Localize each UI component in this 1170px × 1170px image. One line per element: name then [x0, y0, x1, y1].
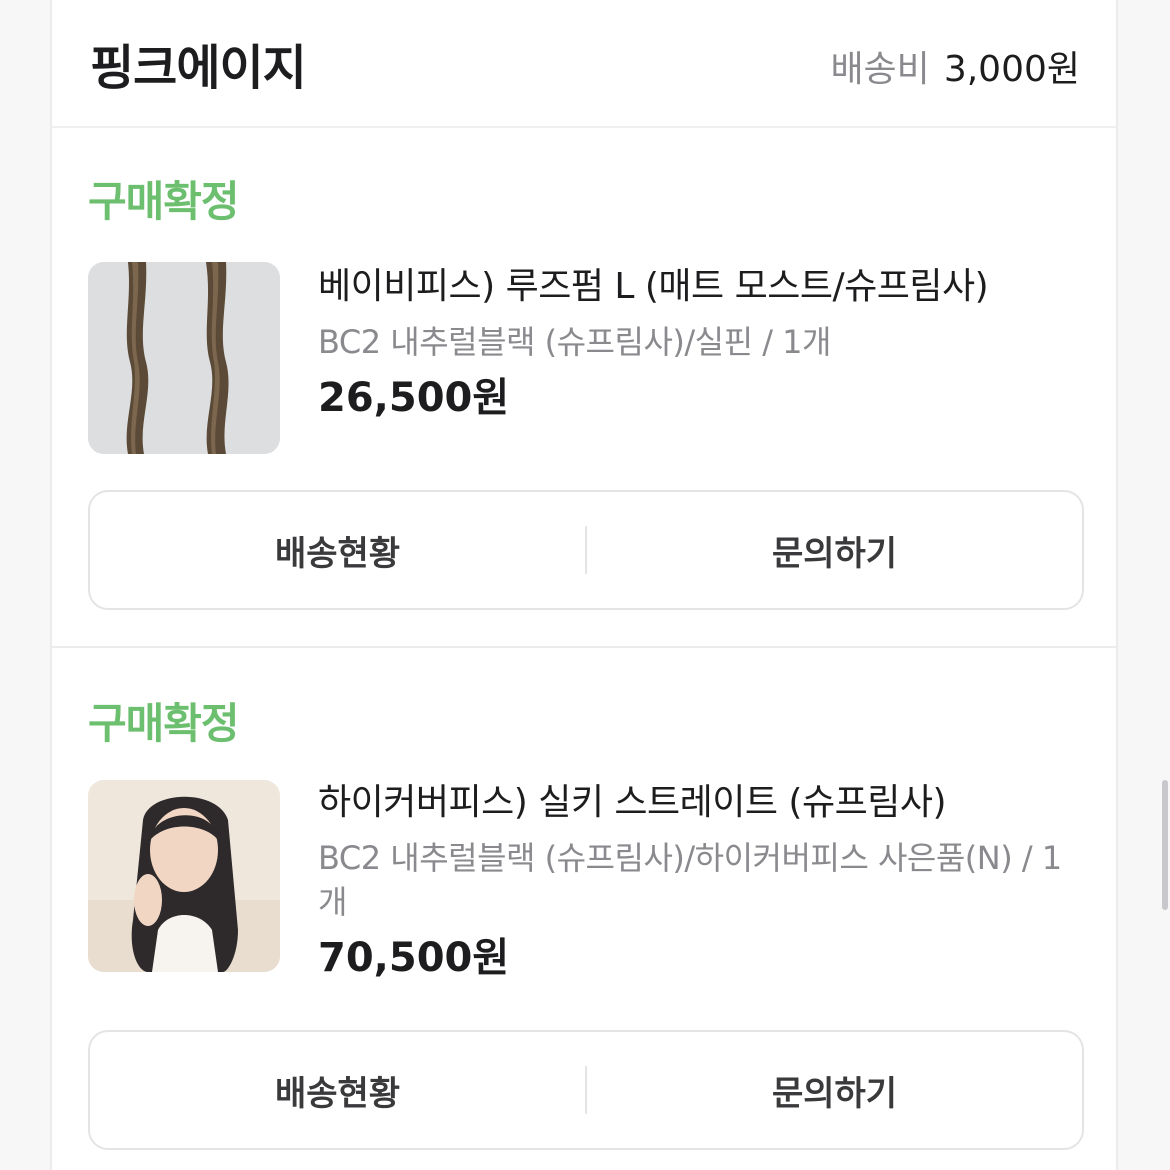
shipping-fee-label: 배송비 [830, 49, 930, 90]
product-title[interactable]: 하이커버피스) 실키 스트레이트 (슈프림사) [318, 778, 1086, 828]
product-title[interactable]: 베이비피스) 루즈펌 L (매트 모스트/슈프림사) [318, 262, 1086, 312]
delivery-status-button[interactable]: 배송현황 [90, 492, 585, 608]
product-price: 26,500원 [318, 375, 510, 421]
order-card: 핑크에이지 배송비 3,000원 구매확정 베이비피스) 루즈펌 L (매트 모스… [50, 0, 1118, 1170]
order-status: 구매확정 [88, 699, 240, 748]
shipping-fee-value: 3,000원 [943, 49, 1080, 90]
hair-extension-product-image[interactable] [88, 262, 280, 454]
order-item: 구매확정 하이커버피스) 실키 스트레이트 (슈프림사) BC2 내추럴블랙 (… [52, 648, 1116, 1170]
order-actions: 배송현황 문의하기 [88, 490, 1084, 610]
scrollbar[interactable] [1162, 780, 1168, 910]
shipping-fee: 배송비 3,000원 [830, 40, 1080, 92]
delivery-status-button[interactable]: 배송현황 [90, 1032, 585, 1148]
product-info: 베이비피스) 루즈펌 L (매트 모스트/슈프림사) BC2 내추럴블랙 (슈프… [318, 262, 1086, 426]
order-actions: 배송현황 문의하기 [88, 1030, 1084, 1150]
inquiry-button[interactable]: 문의하기 [587, 492, 1082, 608]
order-status: 구매확정 [88, 177, 240, 226]
order-item: 구매확정 베이비피스) 루즈펌 L (매트 모스트/슈프림사) BC2 내추럴블… [52, 128, 1116, 648]
model-wearing-hair-product-image[interactable] [88, 780, 280, 972]
store-name[interactable]: 핑크에이지 [90, 28, 307, 98]
model-portrait-illustration [88, 780, 280, 972]
product-info: 하이커버피스) 실키 스트레이트 (슈프림사) BC2 내추럴블랙 (슈프림사)… [318, 778, 1086, 986]
product-price: 70,500원 [318, 935, 510, 981]
inquiry-button[interactable]: 문의하기 [587, 1032, 1082, 1148]
store-header: 핑크에이지 배송비 3,000원 [52, 0, 1116, 128]
product-option: BC2 내추럴블랙 (슈프림사)/실핀 / 1개 [318, 323, 831, 361]
hair-extension-illustration [88, 262, 280, 454]
product-option: BC2 내추럴블랙 (슈프림사)/하이커버피스 사은품(N) / 1개 [318, 839, 1062, 921]
